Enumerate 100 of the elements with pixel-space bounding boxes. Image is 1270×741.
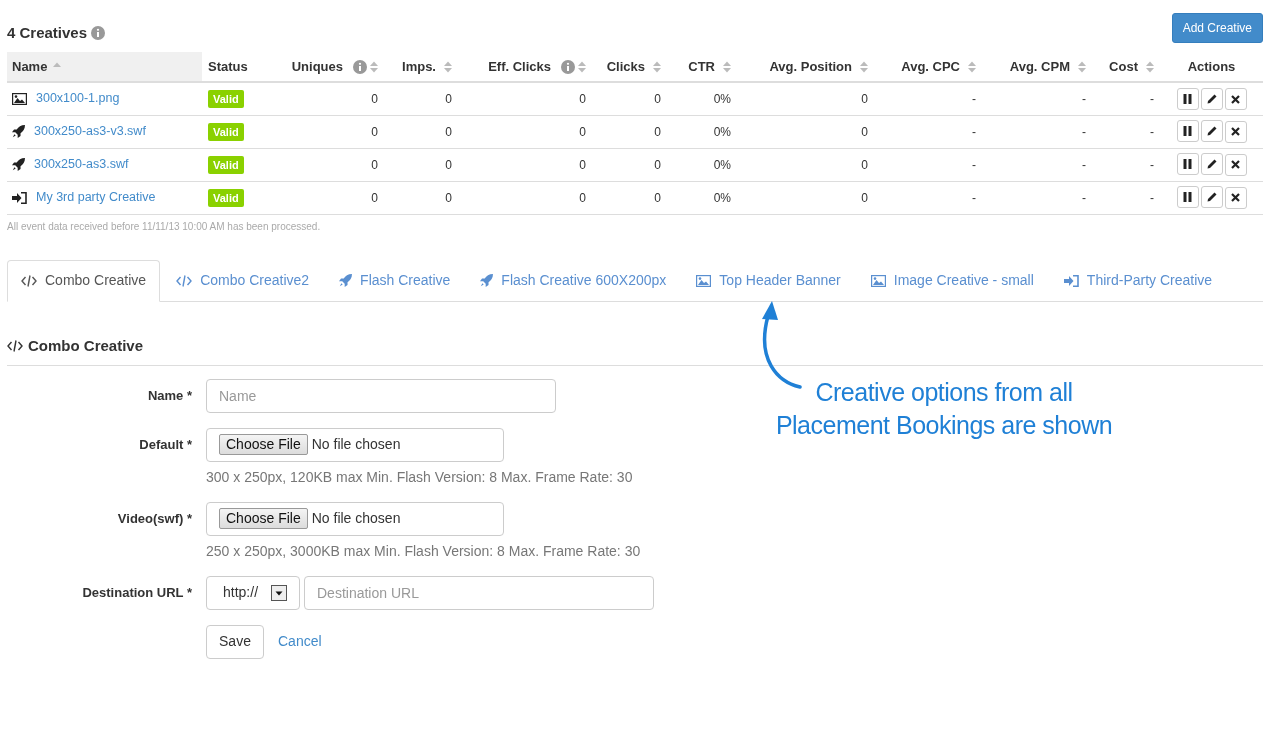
choose-file-button[interactable]: Choose File [219,434,308,455]
help-text: 250 x 250px, 3000KB max Min. Flash Version: 8 Max. Frame Rate: 30 [206,542,642,559]
text-input[interactable]: Name [206,378,556,413]
footnote-text: All event data received before 11/11/13 10:00 AM has been processed. [7,219,322,234]
column-header[interactable]: Cost [1090,52,1158,82]
field-label: Default * [138,435,193,454]
table-cell: - [1090,181,1158,214]
pause-button[interactable] [1176,186,1199,209]
table-cell: - [872,82,980,115]
choose-file-button[interactable]: Choose File [219,508,308,529]
table-cell: - [872,148,980,181]
column-header[interactable]: Eff. Clicks [456,52,590,82]
column-header[interactable]: Name [7,52,202,82]
creative-link[interactable]: 300x250-as3.swf [34,155,129,174]
column-header: Actions [1158,52,1263,82]
column-header[interactable]: Avg. CPM [980,52,1090,82]
pause-icon [1183,126,1192,137]
table-cell: 0 [735,181,872,214]
status-badge: Valid [208,122,244,141]
table-cell: 0 [735,148,872,181]
close-icon [1231,160,1240,170]
table-cell: 0 [456,82,590,115]
creative-link[interactable]: 300x250-as3-v3.swf [34,122,146,141]
table-cell: 0 [456,115,590,148]
delete-button[interactable] [1224,186,1247,209]
info-icon[interactable] [353,59,367,74]
table-cell: 0 [270,82,382,115]
table-cell: - [980,115,1090,148]
pause-button[interactable] [1176,153,1199,176]
file-input[interactable]: Choose File No file chosen [206,501,504,536]
file-input[interactable]: Choose File No file chosen [206,427,504,462]
edit-button[interactable] [1200,186,1223,209]
tab[interactable]: Flash Creative [325,259,465,302]
delete-button[interactable] [1224,88,1247,110]
table-cell: 0 [590,181,665,214]
table-cell: 0 [590,82,665,115]
table-cell: 0 [382,115,456,148]
pause-button[interactable] [1176,120,1199,143]
table-cell: 0% [665,115,735,148]
column-header[interactable]: Avg. CPC [872,52,980,82]
rocket-icon [339,274,353,287]
pause-button[interactable] [1176,87,1199,110]
edit-button[interactable] [1200,120,1223,143]
column-header[interactable]: CTR [665,52,735,82]
field-label: Video(swf) * [116,509,193,528]
column-header: Status [202,52,270,82]
help-text: 300 x 250px, 120KB max Min. Flash Version: 8 Max. Frame Rate: 30 [206,468,634,485]
table-cell: 0 [270,148,382,181]
delete-button[interactable] [1224,153,1247,176]
image-icon [696,274,712,287]
url-input[interactable]: Destination URL [304,575,654,610]
edit-button[interactable] [1200,87,1223,110]
code-icon [21,274,37,287]
pencil-icon [1206,93,1217,104]
code-icon [176,274,193,287]
close-icon [1231,94,1240,104]
column-header[interactable]: Uniques [270,52,382,82]
add-creative-button[interactable]: Add Creative [1171,13,1263,43]
table-cell: - [872,181,980,214]
table-cell: - [980,82,1090,115]
table-cell: 0 [735,82,872,115]
pencil-icon [1206,159,1217,170]
column-header[interactable]: Imps. [382,52,456,82]
annotation-text: Creative options from all Placement Bookings are shown [774,377,1114,441]
rocket-icon [12,125,25,138]
table-cell: 0% [665,181,735,214]
info-icon[interactable] [561,59,575,74]
creative-link[interactable]: My 3rd party Creative [36,188,156,207]
sign-in-icon [1063,274,1079,287]
sign-in-icon [12,191,27,204]
cancel-link[interactable]: Cancel [278,631,322,652]
image-icon [870,274,886,287]
edit-button[interactable] [1200,153,1223,176]
table-cell: 0 [590,148,665,181]
protocol-select[interactable]: http:// [206,575,300,610]
table-cell: 0 [735,115,872,148]
column-header[interactable]: Clicks [590,52,665,82]
table-cell: - [1090,82,1158,115]
creative-link[interactable]: 300x100-1.png [36,89,120,109]
pause-icon [1183,159,1192,170]
form-heading: Combo Creative [28,335,144,356]
save-button[interactable]: Save [206,624,264,659]
tab[interactable]: Combo Creative [7,259,161,302]
file-status-text: No file chosen [311,509,401,528]
column-header[interactable]: Avg. Position [735,52,872,82]
pencil-icon [1206,126,1217,137]
table-cell: 0 [270,181,382,214]
code-icon [7,339,23,352]
status-badge: Valid [208,155,244,174]
delete-button[interactable] [1224,120,1247,143]
file-status-text: No file chosen [311,435,401,454]
table-cell: - [1090,148,1158,181]
close-icon [1231,127,1240,137]
info-icon[interactable] [91,26,106,40]
table-cell: 0 [270,115,382,148]
table-cell: 0 [590,115,665,148]
table-cell: - [980,148,1090,181]
image-icon [12,92,27,105]
field-label: Name * [146,386,193,405]
table-cell: 0% [665,82,735,115]
